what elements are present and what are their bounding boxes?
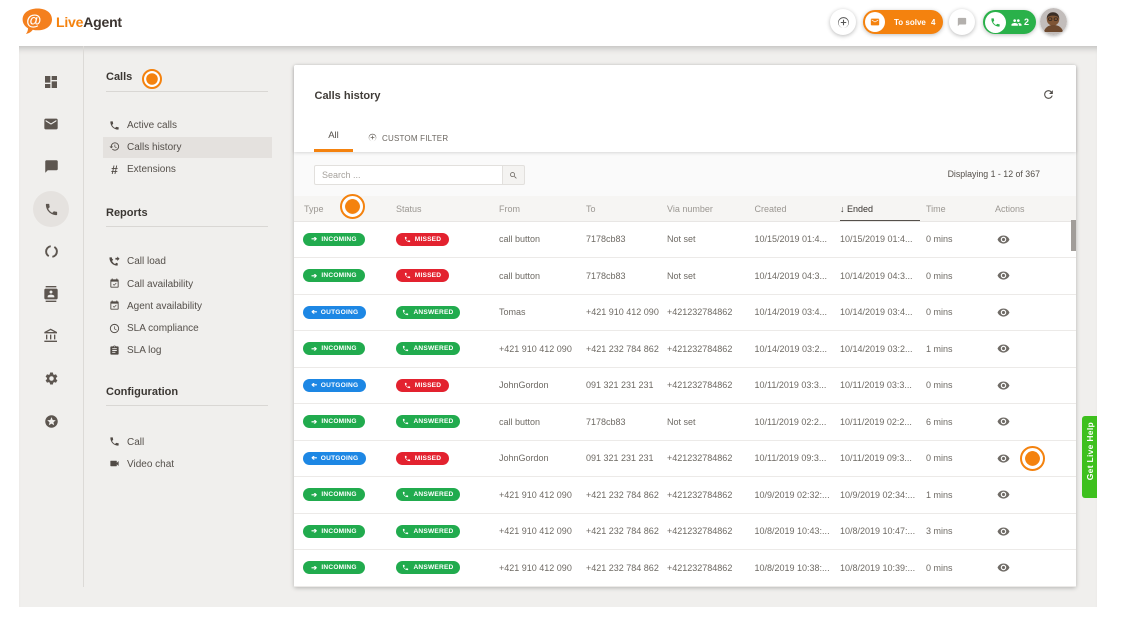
- svg-text:@: @: [26, 13, 41, 30]
